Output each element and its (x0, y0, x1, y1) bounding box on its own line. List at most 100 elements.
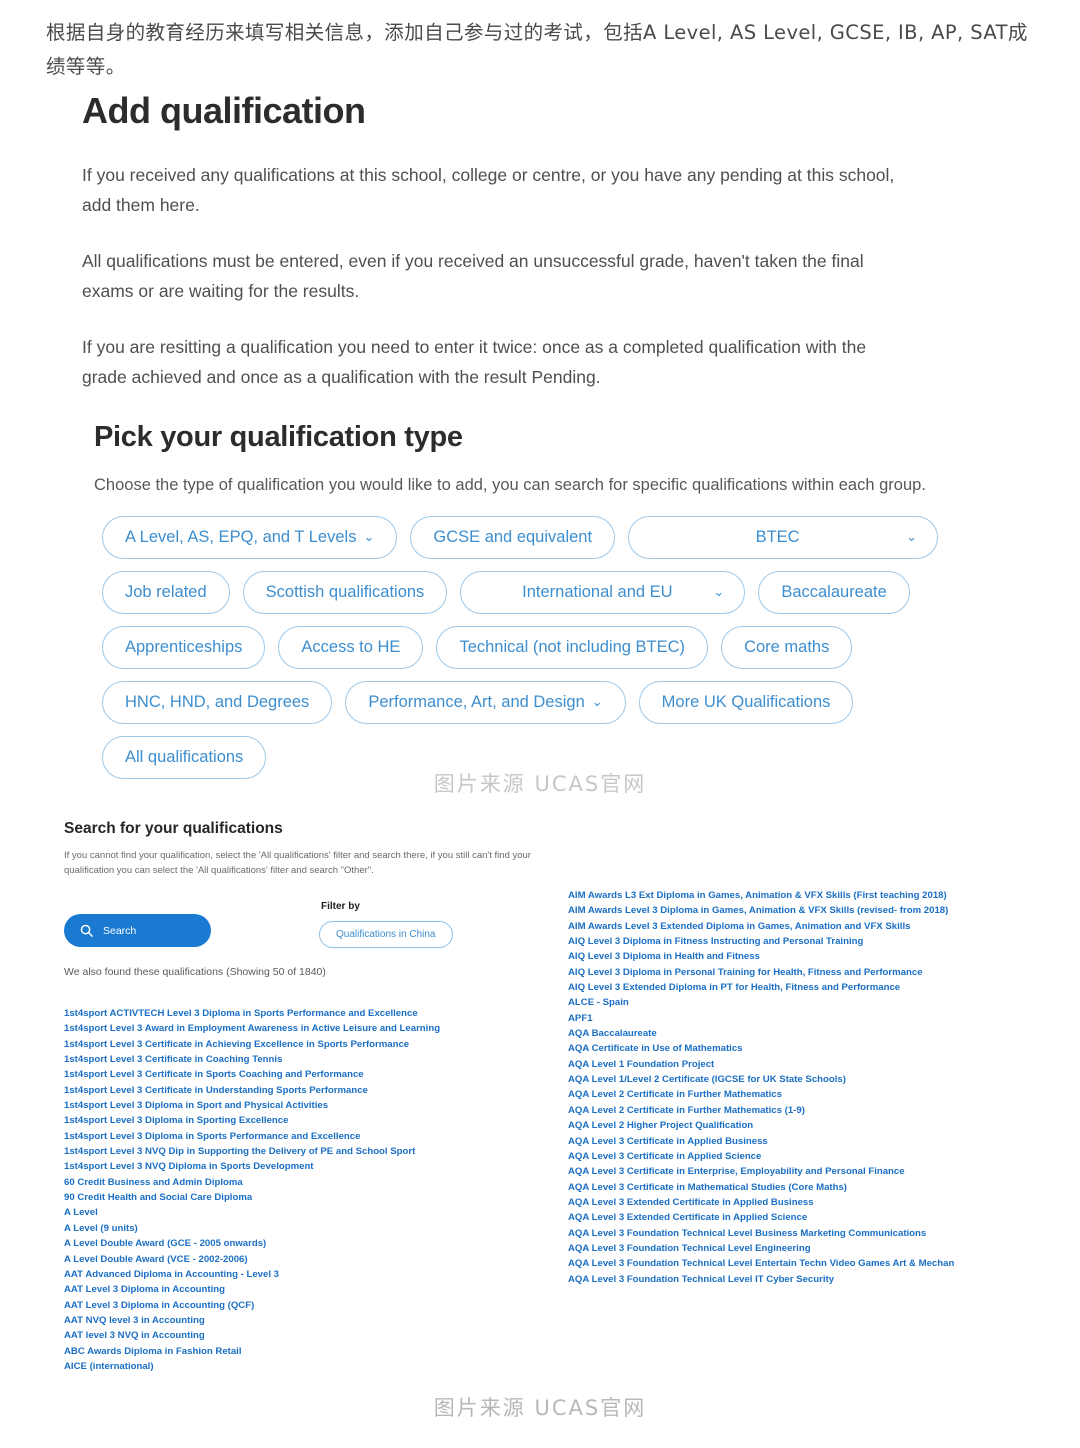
qualification-type-pill-group: A Level, AS, EPQ, and T Levels ⌄ GCSE an… (0, 516, 1080, 779)
qualification-result-link[interactable]: 1st4sport Level 3 Diploma in Sports Perf… (64, 1129, 534, 1144)
qualification-type-baccalaureate[interactable]: Baccalaureate (758, 571, 910, 614)
results-column-left: 1st4sport ACTIVTECH Level 3 Diploma in S… (64, 1006, 534, 1374)
qualification-result-link[interactable]: AQA Level 3 Certificate in Applied Scien… (568, 1149, 1038, 1164)
search-section-title: Search for your qualifications (64, 820, 283, 837)
results-column-right: AIM Awards L3 Ext Diploma in Games, Anim… (568, 888, 1038, 1287)
qualification-result-link[interactable]: 1st4sport Level 3 NVQ Diploma in Sports … (64, 1159, 534, 1174)
qualification-type-btec[interactable]: BTEC ⌄ (628, 516, 939, 559)
pill-label: Job related (125, 583, 207, 602)
qualification-type-job-related[interactable]: Job related (102, 571, 230, 614)
pill-label: Apprenticeships (125, 638, 243, 657)
qualification-result-link[interactable]: AQA Level 3 Foundation Technical Level E… (568, 1241, 1038, 1256)
intro-paragraph-1: If you received any qualifications at th… (82, 165, 895, 215)
filter-by-label: Filter by (321, 901, 360, 912)
qualification-result-link[interactable]: AQA Baccalaureate (568, 1026, 1038, 1041)
qualification-result-link[interactable]: APF1 (568, 1011, 1038, 1026)
qualification-type-access-to-he[interactable]: Access to HE (278, 626, 424, 669)
chevron-down-icon: ⌄ (906, 529, 918, 544)
qualification-result-link[interactable]: AIQ Level 3 Diploma in Health and Fitnes… (568, 949, 1038, 964)
pill-label: HNC, HND, and Degrees (125, 693, 310, 712)
qualification-result-link[interactable]: AIM Awards L3 Ext Diploma in Games, Anim… (568, 888, 1038, 903)
qualification-type-performance-art-and-design[interactable]: Performance, Art, and Design ⌄ (345, 681, 626, 724)
qualification-result-link[interactable]: 1st4sport Level 3 Certificate in Coachin… (64, 1052, 534, 1067)
qualification-result-link[interactable]: AIM Awards Level 3 Diploma in Games, Ani… (568, 903, 1038, 918)
qualification-result-link[interactable]: AQA Level 3 Certificate in Mathematical … (568, 1180, 1038, 1195)
qualification-type-row: Apprenticeships Access to HE Technical (… (102, 626, 1080, 669)
qualification-result-link[interactable]: AQA Level 3 Extended Certificate in Appl… (568, 1195, 1038, 1210)
qualification-result-link[interactable]: AQA Level 3 Extended Certificate in Appl… (568, 1210, 1038, 1225)
qualification-result-link[interactable]: A Level Double Award (VCE - 2002-2006) (64, 1252, 534, 1267)
qualification-result-link[interactable]: 1st4sport Level 3 Award in Employment Aw… (64, 1021, 534, 1036)
qualification-result-link[interactable]: 1st4sport Level 3 NVQ Dip in Supporting … (64, 1144, 534, 1159)
pill-label: International and EU (522, 583, 673, 602)
watermark-middle: 图片来源 UCAS官网 (433, 772, 647, 796)
qualification-result-link[interactable]: AAT Advanced Diploma in Accounting - Lev… (64, 1267, 534, 1282)
qualification-result-link[interactable]: AQA Certificate in Use of Mathematics (568, 1041, 1038, 1056)
qualification-type-a-level-as-epq-t-levels[interactable]: A Level, AS, EPQ, and T Levels ⌄ (102, 516, 398, 559)
qualification-result-link[interactable]: A Level Double Award (GCE - 2005 onwards… (64, 1236, 534, 1251)
qualification-result-link[interactable]: 60 Credit Business and Admin Diploma (64, 1175, 534, 1190)
search-section-help-text: If you cannot find your qualification, s… (64, 850, 531, 876)
qualification-result-link[interactable]: AQA Level 2 Certificate in Further Mathe… (568, 1103, 1038, 1118)
qualification-result-link[interactable]: AQA Level 1/Level 2 Certificate (IGCSE f… (568, 1072, 1038, 1087)
intro-paragraph-3: If you are resitting a qualification you… (82, 337, 867, 387)
pill-label: All qualifications (125, 748, 244, 767)
pill-label: GCSE and equivalent (433, 528, 593, 547)
qualification-type-row: A Level, AS, EPQ, and T Levels ⌄ GCSE an… (102, 516, 1080, 559)
qualification-result-link[interactable]: A Level (9 units) (64, 1221, 534, 1236)
qualification-result-link[interactable]: ALCE - Spain (568, 995, 1038, 1010)
intro-paragraph-2: All qualifications must be entered, even… (82, 251, 864, 301)
pill-label: A Level, AS, EPQ, and T Levels (125, 528, 357, 547)
qualification-result-link[interactable]: AAT Level 3 Diploma in Accounting (64, 1282, 534, 1297)
qualification-result-link[interactable]: 1st4sport Level 3 Certificate in Sports … (64, 1067, 534, 1082)
page-intro-copy: If you received any qualifications at th… (0, 160, 990, 392)
qualification-result-link[interactable]: AQA Level 3 Foundation Technical Level E… (568, 1256, 1038, 1271)
qualification-result-link[interactable]: AIQ Level 3 Extended Diploma in PT for H… (568, 980, 1038, 995)
pill-label: Scottish qualifications (265, 583, 425, 602)
qualification-result-link[interactable]: AQA Level 2 Higher Project Qualification (568, 1118, 1038, 1133)
pill-label: Technical (not including BTEC) (459, 638, 686, 657)
qualification-type-row: Job related Scottish qualifications Inte… (102, 571, 1080, 614)
qualification-type-scottish-qualifications[interactable]: Scottish qualifications (242, 571, 448, 614)
qualification-result-link[interactable]: AAT level 3 NVQ in Accounting (64, 1328, 534, 1343)
page-title: Add qualification (82, 90, 366, 131)
chinese-intro-note: 根据自身的教育经历来填写相关信息，添加自己参与过的考试，包括A Level, A… (46, 21, 1028, 78)
qualification-result-link[interactable]: 1st4sport Level 3 Diploma in Sport and P… (64, 1098, 534, 1113)
qualification-type-technical-not-including-btec[interactable]: Technical (not including BTEC) (436, 626, 709, 669)
qualification-result-link[interactable]: AQA Level 3 Foundation Technical Level B… (568, 1226, 1038, 1241)
qualification-result-link[interactable]: AIQ Level 3 Diploma in Personal Training… (568, 965, 1038, 980)
qualification-type-apprenticeships[interactable]: Apprenticeships (102, 626, 266, 669)
pick-qualification-type-description: Choose the type of qualification you wou… (94, 476, 926, 494)
qualification-type-gcse-and-equivalent[interactable]: GCSE and equivalent (410, 516, 616, 559)
qualification-result-link[interactable]: AIM Awards Level 3 Extended Diploma in G… (568, 919, 1038, 934)
qualification-result-link[interactable]: AQA Level 1 Foundation Project (568, 1057, 1038, 1072)
magnifier-icon (79, 923, 94, 938)
pill-label: Access to HE (301, 638, 401, 657)
qualification-result-link[interactable]: AICE (international) (64, 1359, 534, 1374)
search-button[interactable]: Search (64, 914, 211, 947)
qualification-type-more-uk-qualifications[interactable]: More UK Qualifications (638, 681, 854, 724)
qualification-result-link[interactable]: 1st4sport Level 3 Certificate in Underst… (64, 1083, 534, 1098)
qualification-result-link[interactable]: 1st4sport Level 3 Diploma in Sporting Ex… (64, 1113, 534, 1128)
qualification-result-link[interactable]: 1st4sport ACTIVTECH Level 3 Diploma in S… (64, 1006, 534, 1021)
qualification-result-link[interactable]: A Level (64, 1205, 534, 1220)
qualification-result-link[interactable]: AAT NVQ level 3 in Accounting (64, 1313, 534, 1328)
pill-label: Performance, Art, and Design (368, 693, 585, 712)
pill-label: BTEC (755, 528, 800, 547)
qualification-result-link[interactable]: AIQ Level 3 Diploma in Fitness Instructi… (568, 934, 1038, 949)
qualification-type-hnc-hnd-and-degrees[interactable]: HNC, HND, and Degrees (102, 681, 333, 724)
qualification-result-link[interactable]: AQA Level 2 Certificate in Further Mathe… (568, 1087, 1038, 1102)
qualification-type-international-and-eu[interactable]: International and EU ⌄ (460, 571, 746, 614)
qualification-result-link[interactable]: AAT Level 3 Diploma in Accounting (QCF) (64, 1298, 534, 1313)
qualification-result-link[interactable]: AQA Level 3 Certificate in Enterprise, E… (568, 1164, 1038, 1179)
qualification-result-link[interactable]: ABC Awards Diploma in Fashion Retail (64, 1344, 534, 1359)
search-button-label: Search (103, 924, 137, 937)
pill-label: More UK Qualifications (661, 693, 831, 712)
qualification-type-row: HNC, HND, and Degrees Performance, Art, … (102, 681, 1080, 724)
qualification-type-core-maths[interactable]: Core maths (721, 626, 853, 669)
qualification-result-link[interactable]: AQA Level 3 Foundation Technical Level I… (568, 1272, 1038, 1287)
qualification-result-link[interactable]: 90 Credit Health and Social Care Diploma (64, 1190, 534, 1205)
qualification-result-link[interactable]: 1st4sport Level 3 Certificate in Achievi… (64, 1037, 534, 1052)
qualification-result-link[interactable]: AQA Level 3 Certificate in Applied Busin… (568, 1134, 1038, 1149)
filter-chip-qualifications-in-china[interactable]: Qualifications in China (319, 921, 453, 948)
